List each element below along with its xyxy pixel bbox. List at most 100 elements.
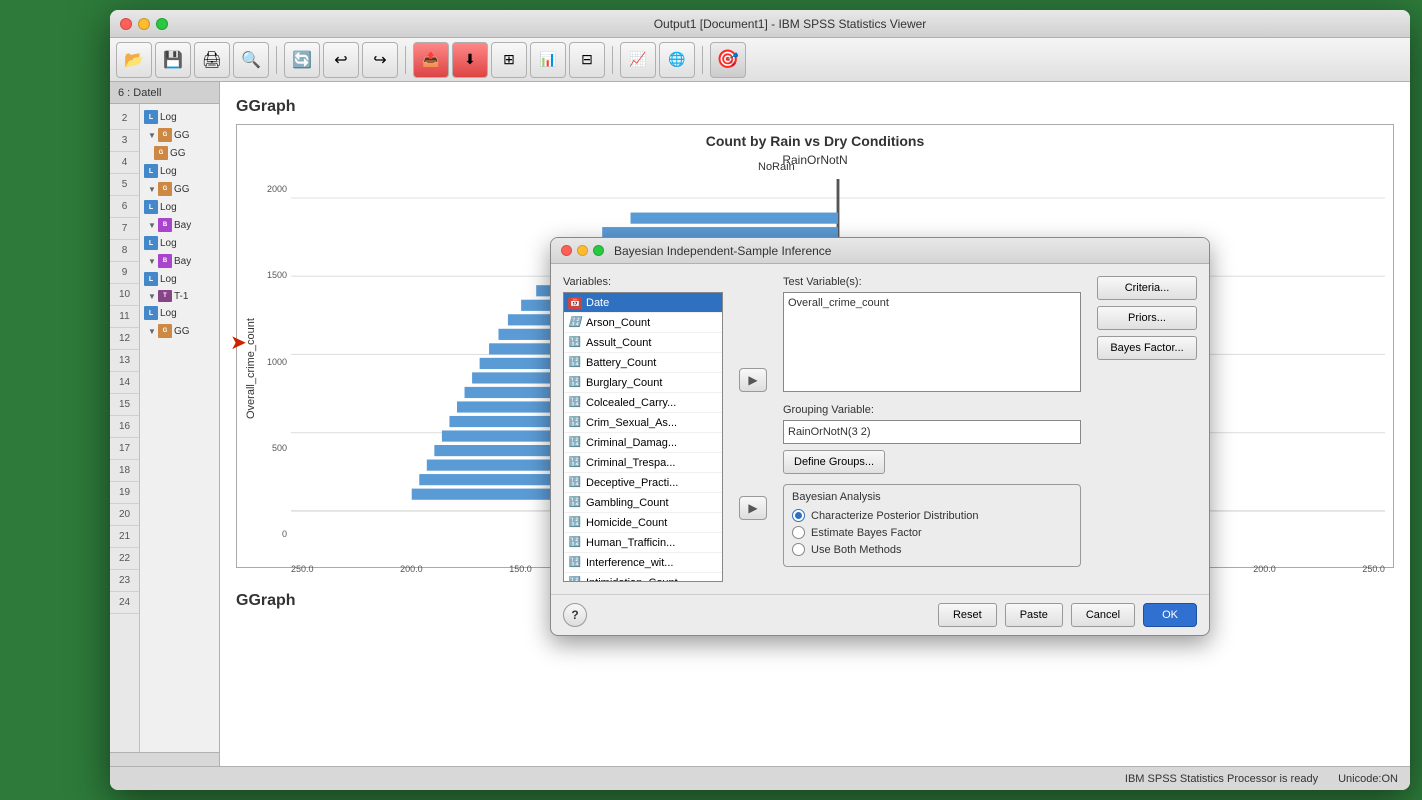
x-label-200l: 200.0: [400, 564, 423, 574]
test-var-value: Overall_crime_count: [788, 297, 889, 309]
y-tick-1500: 1500: [261, 270, 287, 280]
priors-button[interactable]: Priors...: [1097, 306, 1197, 330]
tree-arrow-bay2: ▼: [148, 257, 158, 266]
help-button[interactable]: ?: [563, 603, 587, 627]
numeric-icon-battery: 🔢: [568, 357, 582, 369]
refresh-button[interactable]: 🔄: [284, 42, 320, 78]
numeric-icon-intimidation: 🔢: [568, 577, 582, 583]
var-item-arson[interactable]: 🔢 Arson_Count: [564, 313, 722, 333]
radio-characterize-btn[interactable]: [792, 509, 805, 522]
tree-arrow-bay1: ▼: [148, 221, 158, 230]
radio-both[interactable]: Use Both Methods: [792, 543, 1072, 556]
tree-item-bay2[interactable]: ▼ B Bay: [140, 252, 219, 270]
target-button[interactable]: 🎯: [710, 42, 746, 78]
log-icon2: L: [144, 164, 158, 178]
tree-item-log5[interactable]: L Log: [140, 270, 219, 288]
tree-label-log6: Log: [160, 308, 177, 319]
tree-item-t1[interactable]: ▼ T T-1: [140, 288, 219, 304]
dialog-maximize[interactable]: [593, 245, 604, 256]
radio-estimate-btn[interactable]: [792, 526, 805, 539]
dialog-traffic-lights: [561, 245, 604, 256]
variables-label: Variables:: [563, 276, 723, 288]
var-name-assult: Assult_Count: [586, 337, 651, 349]
tree-item-gg4[interactable]: ▼ G GG: [140, 322, 219, 340]
tree-item-log1[interactable]: L Log: [140, 108, 219, 126]
move-to-grouping-button[interactable]: ▶: [739, 496, 767, 520]
content-panel: ➤ GGraph Count by Rain vs Dry Conditions…: [220, 82, 1410, 766]
var-item-intimidation[interactable]: 🔢 Intimidation_Count: [564, 573, 722, 582]
stats2-button[interactable]: 🌐: [659, 42, 695, 78]
var-item-deceptive[interactable]: 🔢 Deceptive_Practi...: [564, 473, 722, 493]
tree-item-bay1[interactable]: ▼ B Bay: [140, 216, 219, 234]
row-num-5: 5: [110, 174, 139, 196]
var-item-crim-sexual[interactable]: 🔢 Crim_Sexual_As...: [564, 413, 722, 433]
horizontal-scrollbar[interactable]: [110, 752, 219, 766]
var-item-assult[interactable]: 🔢 Assult_Count: [564, 333, 722, 353]
tree-item-gg3[interactable]: ▼ G GG: [140, 180, 219, 198]
open-button[interactable]: 📂: [116, 42, 152, 78]
log-icon5: L: [144, 272, 158, 286]
row-num-9: 9: [110, 262, 139, 284]
cancel-button[interactable]: Cancel: [1071, 603, 1135, 627]
chart-button[interactable]: 📊: [530, 42, 566, 78]
tree-label-t1: T-1: [174, 291, 188, 302]
reset-button[interactable]: Reset: [938, 603, 997, 627]
row-num-4: 4: [110, 152, 139, 174]
bayes-factor-button[interactable]: Bayes Factor...: [1097, 336, 1197, 360]
processor-status: IBM SPSS Statistics Processor is ready: [1125, 773, 1318, 785]
grouping-variable-box[interactable]: RainOrNotN(3 2): [783, 420, 1081, 444]
table-button[interactable]: ⊞: [491, 42, 527, 78]
var-item-date[interactable]: 📅 Date: [564, 293, 722, 313]
tree-label-gg1: GG: [174, 130, 190, 141]
variables-list[interactable]: 📅 Date 🔢 Arson_Count 🔢 Assult_Count: [563, 292, 723, 582]
close-button[interactable]: [120, 18, 132, 30]
var-item-homicide[interactable]: 🔢 Homicide_Count: [564, 513, 722, 533]
tree-item-gg1[interactable]: ▼ G GG: [140, 126, 219, 144]
status-bar: IBM SPSS Statistics Processor is ready U…: [110, 766, 1410, 790]
log-icon: L: [144, 110, 158, 124]
export2-button[interactable]: ⬇: [452, 42, 488, 78]
print-button[interactable]: 🖨: [194, 42, 230, 78]
tree-item-log4[interactable]: L Log: [140, 234, 219, 252]
log-icon4: L: [144, 236, 158, 250]
dialog-variables-section: Variables: 📅 Date 🔢 Arson_Count: [563, 276, 723, 582]
maximize-button[interactable]: [156, 18, 168, 30]
radio-both-btn[interactable]: [792, 543, 805, 556]
test-variable-box[interactable]: Overall_crime_count: [783, 292, 1081, 392]
var-item-colcealed[interactable]: 🔢 Colcealed_Carry...: [564, 393, 722, 413]
var-item-battery[interactable]: 🔢 Battery_Count: [564, 353, 722, 373]
numeric-icon-deceptive: 🔢: [568, 477, 582, 489]
var-item-criminal-dam[interactable]: 🔢 Criminal_Damag...: [564, 433, 722, 453]
tree-item-log6[interactable]: L Log: [140, 304, 219, 322]
undo-button[interactable]: ↩: [323, 42, 359, 78]
dialog-title-text: Bayesian Independent-Sample Inference: [614, 244, 831, 258]
toolbar: 📂 💾 🖨 🔍 🔄 ↩ ↪ 📤 ⬇ ⊞ 📊 ⊟ 📈 🌐 🎯: [110, 38, 1410, 82]
radio-estimate[interactable]: Estimate Bayes Factor: [792, 526, 1072, 539]
find-button[interactable]: 🔍: [233, 42, 269, 78]
var-item-burglary[interactable]: 🔢 Burglary_Count: [564, 373, 722, 393]
var-item-criminal-tres[interactable]: 🔢 Criminal_Trespa...: [564, 453, 722, 473]
export1-button[interactable]: 📤: [413, 42, 449, 78]
minimize-button[interactable]: [138, 18, 150, 30]
paste-button[interactable]: Paste: [1005, 603, 1063, 627]
tree-item-log3[interactable]: L Log: [140, 198, 219, 216]
redo-button[interactable]: ↪: [362, 42, 398, 78]
x-label-250l: 250.0: [291, 564, 314, 574]
var-item-human-traf[interactable]: 🔢 Human_Trafficin...: [564, 533, 722, 553]
pivot-button[interactable]: ⊟: [569, 42, 605, 78]
var-item-interference[interactable]: 🔢 Interference_wit...: [564, 553, 722, 573]
tree-item-log2[interactable]: L Log: [140, 162, 219, 180]
define-groups-button[interactable]: Define Groups...: [783, 450, 885, 474]
radio-characterize[interactable]: Characterize Posterior Distribution: [792, 509, 1072, 522]
move-to-test-button[interactable]: ▶: [739, 368, 767, 392]
var-item-gambling[interactable]: 🔢 Gambling_Count: [564, 493, 722, 513]
dialog-close[interactable]: [561, 245, 572, 256]
tree-item-gg2[interactable]: G GG: [140, 144, 219, 162]
ok-button[interactable]: OK: [1143, 603, 1197, 627]
y-axis-label: Overall_crime_count: [245, 179, 257, 559]
stats1-button[interactable]: 📈: [620, 42, 656, 78]
dialog-minimize[interactable]: [577, 245, 588, 256]
criteria-button[interactable]: Criteria...: [1097, 276, 1197, 300]
save-button[interactable]: 💾: [155, 42, 191, 78]
var-name-homicide: Homicide_Count: [586, 517, 667, 529]
